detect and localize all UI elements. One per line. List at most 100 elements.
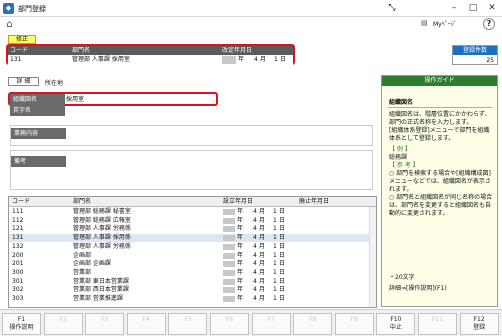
fkey-f4[interactable]: F4 (126, 313, 166, 335)
row-day: 1 (273, 225, 277, 233)
table-row[interactable]: 300 営業部 年 4 月 1 日 (9, 269, 376, 277)
row-month: 4 (253, 242, 257, 250)
row-month-label: 月 (259, 225, 266, 233)
row-month: 4 (253, 225, 257, 233)
row-year-label: 年 (237, 234, 244, 242)
business-area[interactable]: 業務内容 (10, 125, 373, 146)
table-row[interactable]: 121 管理部 人事課 労務係 年 4 月 1 日 (9, 225, 376, 233)
row-year-label: 年 (237, 286, 244, 294)
fkey-f2[interactable]: F2 (43, 313, 83, 335)
table-row[interactable]: 132 管理部 人事課 労務係 年 4 月 1 日 (9, 243, 376, 251)
col-code: コード (12, 198, 31, 205)
table-row[interactable]: 200 企画部 年 4 月 1 日 (9, 252, 376, 260)
row-name: 管理部 人事課 採用係 (73, 234, 131, 242)
row-month: 4 (253, 234, 257, 242)
row-year-label: 年 (237, 216, 244, 224)
fkey-f11[interactable]: F11 (418, 313, 457, 335)
english-name-label: 英字名 (10, 105, 65, 116)
row-name: 管理部 総務課 広報室 (73, 216, 131, 224)
header-code-value: 131 (10, 56, 22, 63)
table-row[interactable]: 302 営業部 西日本営業課 年 4 月 1 日 (9, 286, 376, 294)
fkey-code: F7 (267, 316, 275, 323)
window-title: 部門登録 (18, 5, 46, 13)
table-row[interactable]: 303 営業部 営業推進課 年 4 月 1 日 (9, 295, 376, 303)
fkey-code: F3 (101, 316, 109, 323)
table-row[interactable]: 301 営業部 東日本営業課 年 4 月 1 日 (9, 278, 376, 286)
row-day-label: 日 (279, 268, 286, 276)
english-name-input[interactable] (66, 105, 206, 116)
row-day-label: 日 (279, 225, 286, 233)
mypage-link[interactable]: Myﾍﾟｰｼﾞ (433, 19, 457, 28)
fkey-code: F1 (17, 316, 26, 323)
fkey-f5[interactable]: F5 (168, 313, 208, 335)
row-day-label: 日 (279, 260, 286, 268)
home-icon[interactable]: ⌂ (3, 18, 16, 31)
title-bar: ◆ 部門登録 – □ ✕ (0, 0, 502, 17)
expand-icon[interactable]: ⤡ (386, 2, 398, 14)
registered-count-label: 登録件数 (453, 46, 497, 55)
guide-detail-link[interactable]: 詳細⇒[操作説明](F1) (389, 283, 447, 292)
function-key-bar: F1 操作説明 F2 F3 F4 F5 F6 F7 F8 F9 F10 中止 F11 F12 登録 (0, 309, 502, 336)
row-name: 管理部 総務課 秘書室 (73, 208, 131, 215)
col-established: 設立年月日 (223, 198, 254, 205)
row-day: 1 (273, 286, 277, 294)
row-year-shade (223, 209, 235, 215)
fkey-f10[interactable]: F10 中止 (376, 313, 416, 335)
fkey-code: F9 (350, 316, 358, 323)
record-header: コード 部門名 改定年月日 131 管理部 人事課 採用室 年 4 月 1 日 (6, 44, 295, 65)
fkey-f1[interactable]: F1 操作説明 (2, 313, 41, 335)
row-code: 300 (12, 268, 24, 276)
fkey-f8[interactable]: F8 (293, 313, 333, 335)
tab-location[interactable]: 所在地 (45, 78, 63, 87)
row-day: 1 (273, 208, 277, 215)
operation-guide: 操作ガイド 組織図名 組織図名は、階層位置にかかわらず、部門の正式名称を入力しま… (381, 75, 498, 307)
help-icon[interactable]: ? (483, 18, 495, 30)
minimize-button[interactable]: – (447, 2, 461, 14)
row-year-shade (223, 269, 235, 276)
row-year-label: 年 (237, 260, 244, 268)
fkey-f12[interactable]: F12 登録 (459, 313, 499, 335)
fkey-f7[interactable]: F7 (251, 313, 291, 335)
fkey-label: 中止 (389, 324, 402, 331)
row-name: 営業部 西日本営業課 (73, 286, 129, 294)
guide-ref-2: ○ 部門名と組織図名が同じ名称の場合は、部門名を変更すると組織図名も自動的に変更… (389, 194, 493, 217)
table-row[interactable]: 111 管理部 総務課 秘書室 年 4 月 1 日 (9, 208, 376, 216)
table-row[interactable]: 131 管理部 人事課 採用係 年 4 月 1 日 (9, 234, 376, 243)
table-scrollbar[interactable] (369, 207, 376, 307)
mypage-icon[interactable]: ▤ (421, 18, 431, 28)
row-day-label: 日 (279, 286, 286, 294)
row-year-shade (223, 261, 235, 268)
org-name-input[interactable]: 採用室 (66, 94, 84, 105)
fkey-f9[interactable]: F9 (334, 313, 374, 335)
business-label: 業務内容 (11, 128, 66, 139)
guide-limit: ・20文字 (389, 274, 415, 281)
table-row[interactable]: 201 企画部 企画課 年 4 月 1 日 (9, 260, 376, 268)
row-year-shade (223, 243, 235, 250)
guide-header: 操作ガイド (382, 76, 497, 86)
remarks-area[interactable]: 備考 (10, 150, 373, 190)
table-header: コード 部門名 設立年月日 廃止年月日 (9, 197, 376, 207)
row-year-shade (223, 252, 235, 259)
tab-detail[interactable]: 詳 細 (8, 77, 39, 86)
header-name-value: 管理部 人事課 採用室 (72, 56, 130, 63)
close-button[interactable]: ✕ (485, 2, 499, 14)
row-year-shade (223, 278, 235, 285)
row-month: 4 (253, 277, 257, 285)
row-day: 1 (273, 295, 277, 302)
row-year-label: 年 (237, 295, 244, 302)
guide-divider (388, 107, 492, 108)
row-month-label: 月 (259, 295, 266, 302)
fkey-code: F2 (59, 316, 67, 323)
table-row[interactable]: 112 管理部 総務課 広報室 年 4 月 1 日 (9, 217, 376, 225)
row-code: 201 (12, 260, 24, 268)
remarks-label: 備考 (11, 156, 66, 167)
row-month: 4 (253, 286, 257, 294)
guide-body: 組織図名は、階層位置にかかわらず、部門の正式名称を入力します。 [組織体系登録]… (389, 111, 491, 142)
guide-title: 組織図名 (389, 99, 414, 106)
row-month: 4 (253, 295, 257, 302)
fkey-f3[interactable]: F3 (85, 313, 125, 335)
fkey-f6[interactable]: F6 (210, 313, 249, 335)
row-month-label: 月 (259, 277, 266, 285)
maximize-button[interactable]: □ (466, 2, 480, 14)
row-month-label: 月 (259, 251, 266, 259)
